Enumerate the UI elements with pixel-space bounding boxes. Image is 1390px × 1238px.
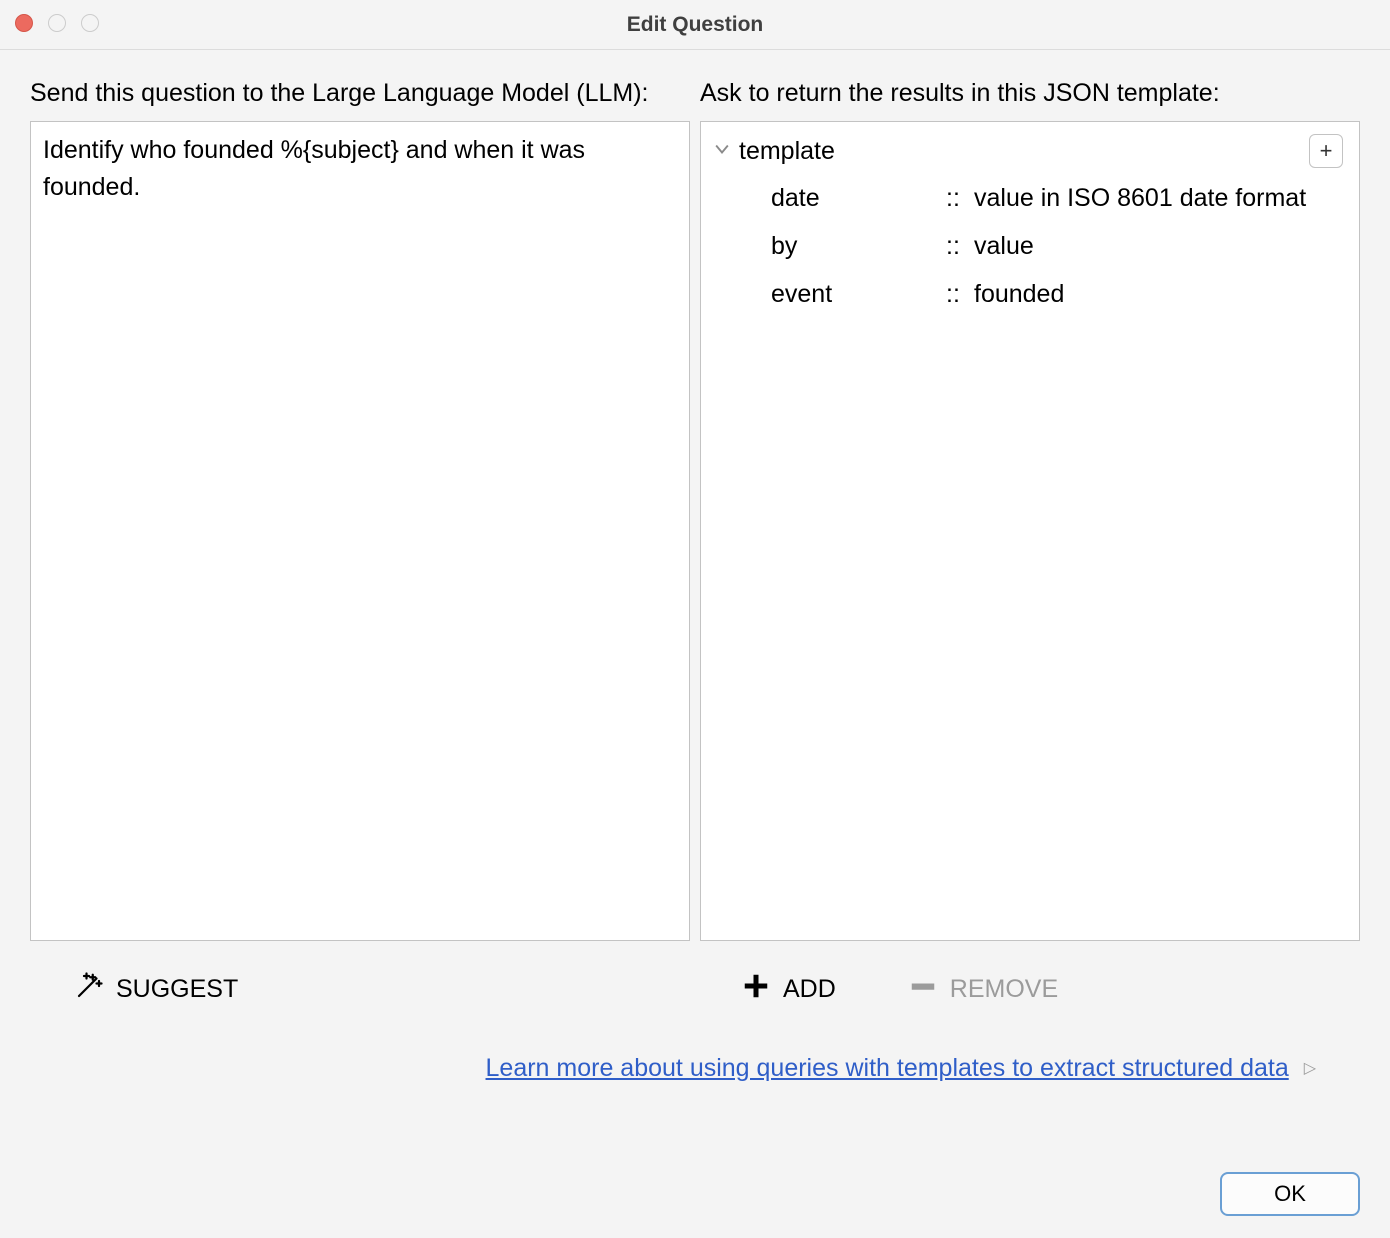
template-field-key[interactable]: date <box>771 184 946 213</box>
template-field-row[interactable]: by::value <box>701 222 1359 270</box>
wand-icon <box>74 971 104 1008</box>
external-link-icon: ▷ <box>1304 1058 1316 1078</box>
minus-icon <box>908 971 938 1008</box>
template-field-value[interactable]: value <box>974 232 1349 261</box>
template-field-key[interactable]: event <box>771 280 946 309</box>
learn-more-row: Learn more about using queries with temp… <box>30 1054 1360 1083</box>
remove-button: REMOVE <box>908 971 1058 1008</box>
window-traffic-lights <box>15 14 99 32</box>
template-field-value[interactable]: founded <box>974 280 1349 309</box>
template-field-key[interactable]: by <box>771 232 946 261</box>
suggest-label: SUGGEST <box>116 975 238 1004</box>
add-field-button[interactable]: + <box>1309 134 1343 168</box>
question-column: Send this question to the Large Language… <box>30 78 690 941</box>
ok-button[interactable]: OK <box>1220 1172 1360 1216</box>
plus-icon <box>741 971 771 1008</box>
window-close-icon[interactable] <box>15 14 33 32</box>
template-root-row[interactable]: template + <box>701 128 1359 174</box>
template-field-value[interactable]: value in ISO 8601 date format <box>974 184 1349 213</box>
actions-row: SUGGEST ADD REMOVE <box>30 971 1360 1008</box>
template-tree[interactable]: template + date::value in ISO 8601 date … <box>700 121 1360 941</box>
template-field-separator: :: <box>946 232 974 261</box>
remove-label: REMOVE <box>950 975 1058 1004</box>
question-textarea[interactable] <box>30 121 690 941</box>
question-label: Send this question to the Large Language… <box>30 78 690 109</box>
dialog-footer: OK <box>1220 1172 1360 1216</box>
window-minimize-icon <box>48 14 66 32</box>
template-root-label: template <box>739 137 1309 166</box>
window-titlebar: Edit Question <box>0 0 1390 50</box>
add-label: ADD <box>783 975 836 1004</box>
chevron-down-icon[interactable] <box>711 141 733 161</box>
template-column: Ask to return the results in this JSON t… <box>700 78 1360 941</box>
template-field-separator: :: <box>946 280 974 309</box>
template-field-row[interactable]: date::value in ISO 8601 date format <box>701 174 1359 222</box>
learn-more-link[interactable]: Learn more about using queries with temp… <box>486 1054 1289 1082</box>
template-label: Ask to return the results in this JSON t… <box>700 78 1360 109</box>
dialog-content: Send this question to the Large Language… <box>0 50 1390 1103</box>
template-field-row[interactable]: event::founded <box>701 270 1359 318</box>
suggest-button[interactable]: SUGGEST <box>74 971 238 1008</box>
window-title: Edit Question <box>0 13 1390 37</box>
window-zoom-icon <box>81 14 99 32</box>
add-button[interactable]: ADD <box>741 971 836 1008</box>
template-field-separator: :: <box>946 184 974 213</box>
